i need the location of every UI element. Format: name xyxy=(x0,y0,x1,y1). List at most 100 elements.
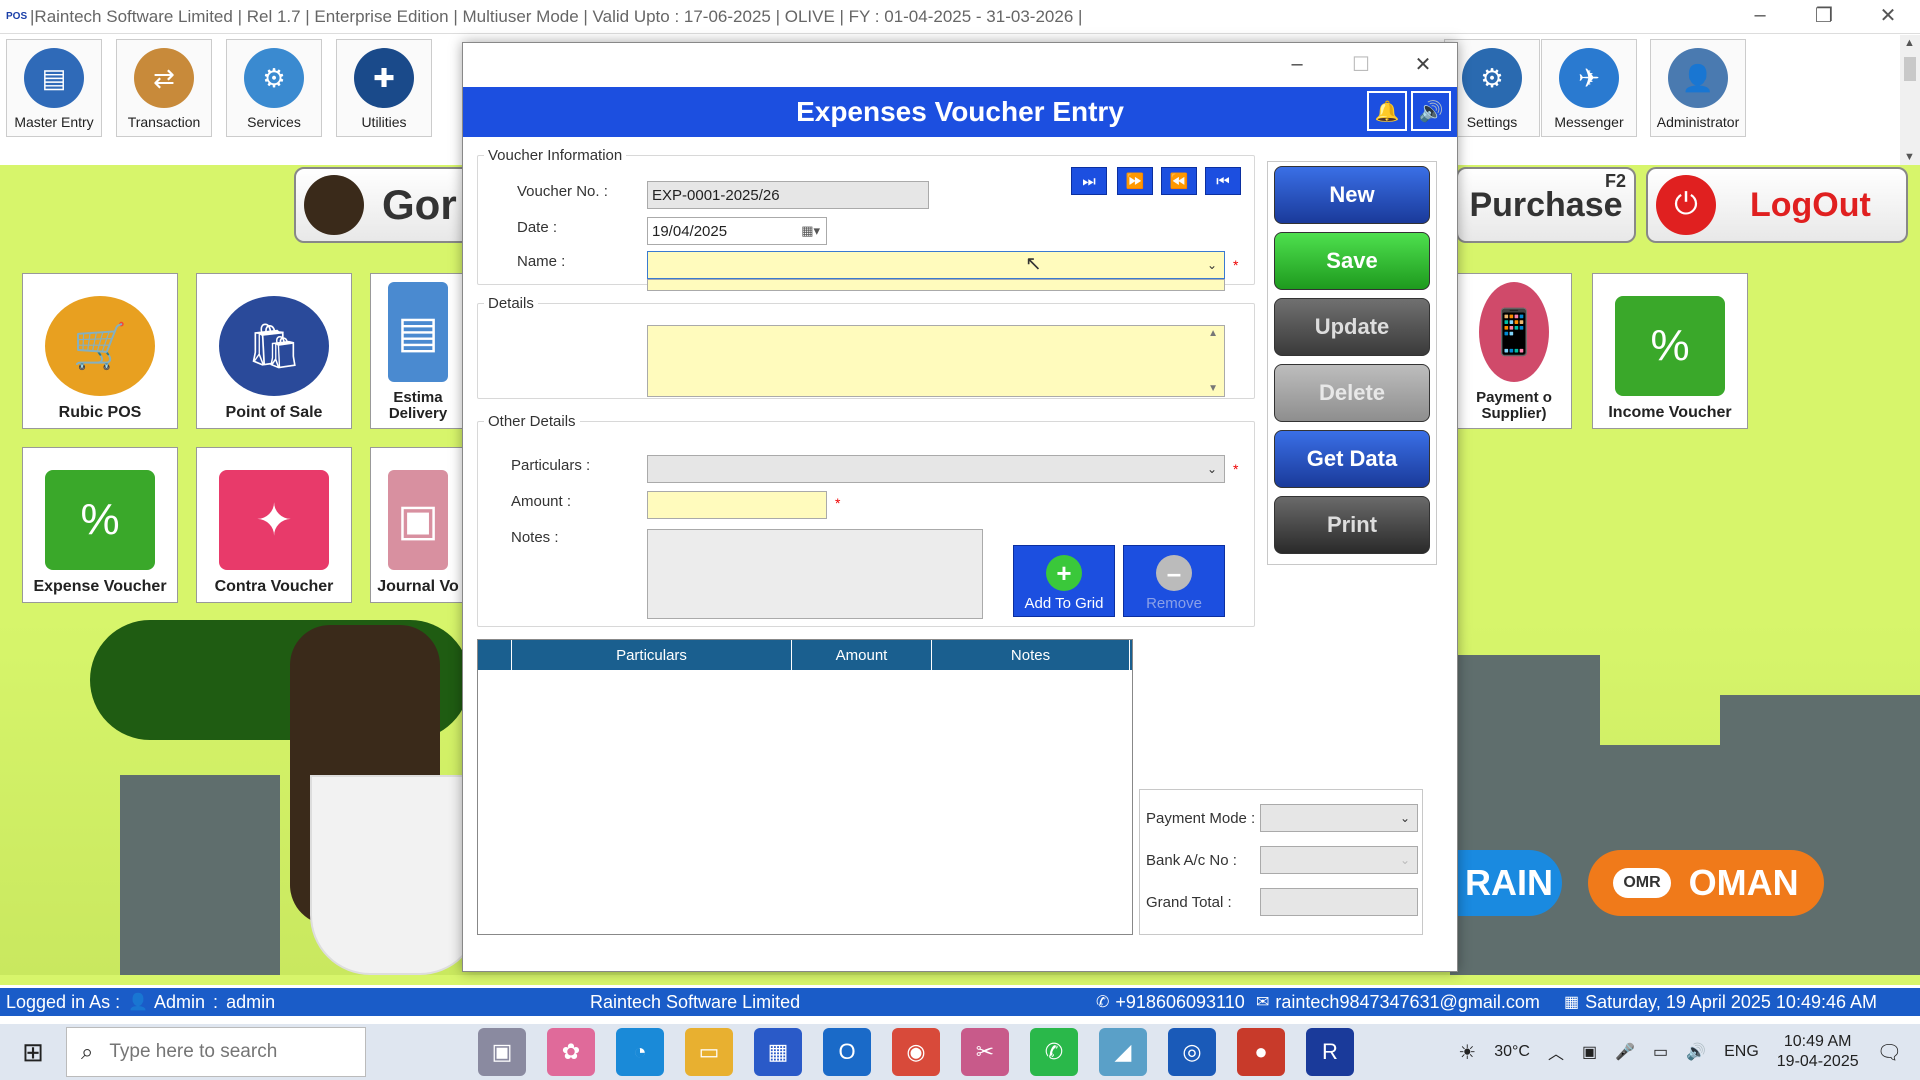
grid-col-notes[interactable]: Notes xyxy=(932,640,1130,670)
nav-first-button[interactable]: ⏭ xyxy=(1071,167,1107,195)
save-button[interactable]: Save xyxy=(1274,232,1430,290)
taskbar-apps: ▣ ✿ ◔ ▭ ▦ O ◉ ✂ ✆ ◢ ◎ ● R xyxy=(478,1028,1375,1076)
toolbar-utilities[interactable]: ✚ Utilities xyxy=(336,39,432,137)
scroll-up-icon[interactable]: ▲ xyxy=(1904,37,1915,49)
card-point-of-sale[interactable]: 🛍 Point of Sale xyxy=(196,273,352,429)
card-label: Expense Voucher xyxy=(33,578,167,595)
oman-button[interactable]: OMR OMAN xyxy=(1588,850,1824,916)
scroll-thumb[interactable] xyxy=(1904,57,1916,81)
card-expense-voucher[interactable]: % Expense Voucher xyxy=(22,447,178,603)
grid-col-amount[interactable]: Amount xyxy=(792,640,932,670)
whatsapp-icon[interactable]: ✆ xyxy=(1030,1028,1078,1076)
payment-mode-select[interactable]: ⌄ xyxy=(1260,804,1418,832)
card-journal-voucher[interactable]: ▣ Journal Vo xyxy=(370,447,466,603)
logout-button[interactable]: ⏻ LogOut xyxy=(1646,167,1908,243)
nav-last-button[interactable]: ⏮ xyxy=(1205,167,1241,195)
name-dropdown-list[interactable] xyxy=(647,279,1225,291)
chevron-down-icon[interactable]: ⌄ xyxy=(1393,805,1417,831)
calendar-icon[interactable]: ▦▾ xyxy=(801,223,820,239)
speaker-icon[interactable]: 🔊 xyxy=(1411,91,1451,131)
network-icon[interactable]: ▣ xyxy=(1582,1042,1597,1062)
remote-app-icon[interactable]: ◎ xyxy=(1168,1028,1216,1076)
dialog-minimize-icon[interactable]: – xyxy=(1277,49,1317,79)
outlook-icon[interactable]: O xyxy=(823,1028,871,1076)
toolbar-services[interactable]: ⚙ Services xyxy=(226,39,322,137)
toolbar-transaction[interactable]: ⇄ Transaction xyxy=(116,39,212,137)
language-indicator[interactable]: ENG xyxy=(1724,1043,1759,1061)
edge-icon[interactable]: ◔ xyxy=(616,1028,664,1076)
bell-icon[interactable]: 🔔 xyxy=(1367,91,1407,131)
snipping-tool-icon[interactable]: ✂ xyxy=(961,1028,1009,1076)
card-label: Rubic POS xyxy=(58,404,142,421)
new-button[interactable]: New xyxy=(1274,166,1430,224)
chevron-up-icon[interactable]: ︿ xyxy=(1548,1040,1564,1064)
notes-textarea[interactable] xyxy=(647,529,983,619)
toolbar-master-entry[interactable]: ▤ Master Entry xyxy=(6,39,102,137)
dialog-close-icon[interactable]: ✕ xyxy=(1403,49,1443,79)
dialog-maximize-icon[interactable]: ☐ xyxy=(1341,49,1381,79)
raintech-app-icon[interactable]: R xyxy=(1306,1028,1354,1076)
system-tray: ☀ 30°C ︿ ▣ 🎤 ▭ 🔊 ENG 10:49 AM 19-04-2025… xyxy=(1458,1024,1920,1080)
chevron-down-icon[interactable]: ⌄ xyxy=(1393,847,1417,873)
copilot-icon[interactable]: ✿ xyxy=(547,1028,595,1076)
notifications-icon[interactable]: 🗨 xyxy=(1877,1040,1902,1065)
scroll-up-icon[interactable]: ▲ xyxy=(1208,328,1218,339)
details-textarea[interactable]: ▲ ▼ xyxy=(647,325,1225,397)
card-income-voucher[interactable]: % Income Voucher xyxy=(1592,273,1748,429)
purchase-button[interactable]: Purchase F2 xyxy=(1456,167,1636,243)
expense-grid[interactable]: Particulars Amount Notes xyxy=(477,639,1133,935)
nav-previous-button[interactable]: ⏪ xyxy=(1161,167,1197,195)
temperature[interactable]: 30°C xyxy=(1494,1043,1530,1061)
chrome-icon[interactable]: ◉ xyxy=(892,1028,940,1076)
delete-button[interactable]: Delete xyxy=(1274,364,1430,422)
display-icon[interactable]: ▭ xyxy=(1653,1042,1668,1062)
name-label: Name : xyxy=(517,253,566,270)
bank-ac-select[interactable]: ⌄ xyxy=(1260,846,1418,874)
task-view-icon[interactable]: ▣ xyxy=(478,1028,526,1076)
volume-icon[interactable]: 🔊 xyxy=(1686,1042,1706,1062)
chevron-down-icon[interactable]: ⌄ xyxy=(1200,252,1224,278)
recorder-icon[interactable]: ● xyxy=(1237,1028,1285,1076)
chevron-down-icon[interactable]: ⌄ xyxy=(1200,456,1224,482)
grand-total-field[interactable] xyxy=(1260,888,1418,916)
weather-icon[interactable]: ☀ xyxy=(1458,1040,1476,1065)
taskbar-search-input[interactable] xyxy=(109,1041,320,1063)
logged-in-label: Logged in As : xyxy=(6,991,121,1012)
scroll-down-icon[interactable]: ▼ xyxy=(1904,151,1915,163)
remove-button[interactable]: – Remove xyxy=(1123,545,1225,617)
add-to-grid-button[interactable]: + Add To Grid xyxy=(1013,545,1115,617)
card-rubic-pos[interactable]: 🛒 Rubic POS xyxy=(22,273,178,429)
name-combobox[interactable]: ⌄ xyxy=(647,251,1225,279)
user-separator: : xyxy=(213,991,219,1012)
microphone-icon[interactable]: 🎤 xyxy=(1615,1042,1635,1062)
grid-col-particulars[interactable]: Particulars xyxy=(512,640,792,670)
taskbar-search[interactable]: ⌕ xyxy=(66,1027,366,1077)
card-payment-supplier[interactable]: 📱 Payment o Supplier) xyxy=(1456,273,1572,429)
file-explorer-icon[interactable]: ▭ xyxy=(685,1028,733,1076)
clock[interactable]: 10:49 AM 19-04-2025 xyxy=(1777,1032,1859,1072)
update-button[interactable]: Update xyxy=(1274,298,1430,356)
dialog-title-bar: – ☐ ✕ xyxy=(463,43,1457,87)
amount-input[interactable] xyxy=(647,491,827,519)
store-icon[interactable]: ▦ xyxy=(754,1028,802,1076)
toolbar-scrollbar[interactable]: ▲ ▼ xyxy=(1900,35,1920,165)
search-icon: ⌕ xyxy=(81,1039,94,1064)
bahrain-button[interactable]: RAIN xyxy=(1456,850,1562,916)
nav-next-button[interactable]: ⏩ xyxy=(1117,167,1153,195)
date-field[interactable]: 19/04/2025 ▦▾ xyxy=(647,217,827,245)
get-data-button[interactable]: Get Data xyxy=(1274,430,1430,488)
particulars-combobox[interactable]: ⌄ xyxy=(647,455,1225,483)
notes-app-icon[interactable]: ◢ xyxy=(1099,1028,1147,1076)
close-icon[interactable]: ✕ xyxy=(1856,0,1920,30)
toolbar-settings[interactable]: ⚙ Settings xyxy=(1444,39,1540,137)
restore-icon[interactable]: ❐ xyxy=(1792,0,1856,30)
minimize-icon[interactable]: – xyxy=(1728,0,1792,30)
toolbar-administrator[interactable]: 👤 Administrator xyxy=(1650,39,1746,137)
card-contra-voucher[interactable]: ✦ Contra Voucher xyxy=(196,447,352,603)
card-estimate-delivery[interactable]: ▤ Estima Delivery xyxy=(370,273,466,429)
scroll-down-icon[interactable]: ▼ xyxy=(1208,383,1218,394)
voucher-no-field[interactable]: EXP-0001-2025/26 xyxy=(647,181,929,209)
print-button[interactable]: Print xyxy=(1274,496,1430,554)
windows-start-icon[interactable]: ⊞ xyxy=(0,1024,66,1080)
toolbar-messenger[interactable]: ✈ Messenger xyxy=(1541,39,1637,137)
